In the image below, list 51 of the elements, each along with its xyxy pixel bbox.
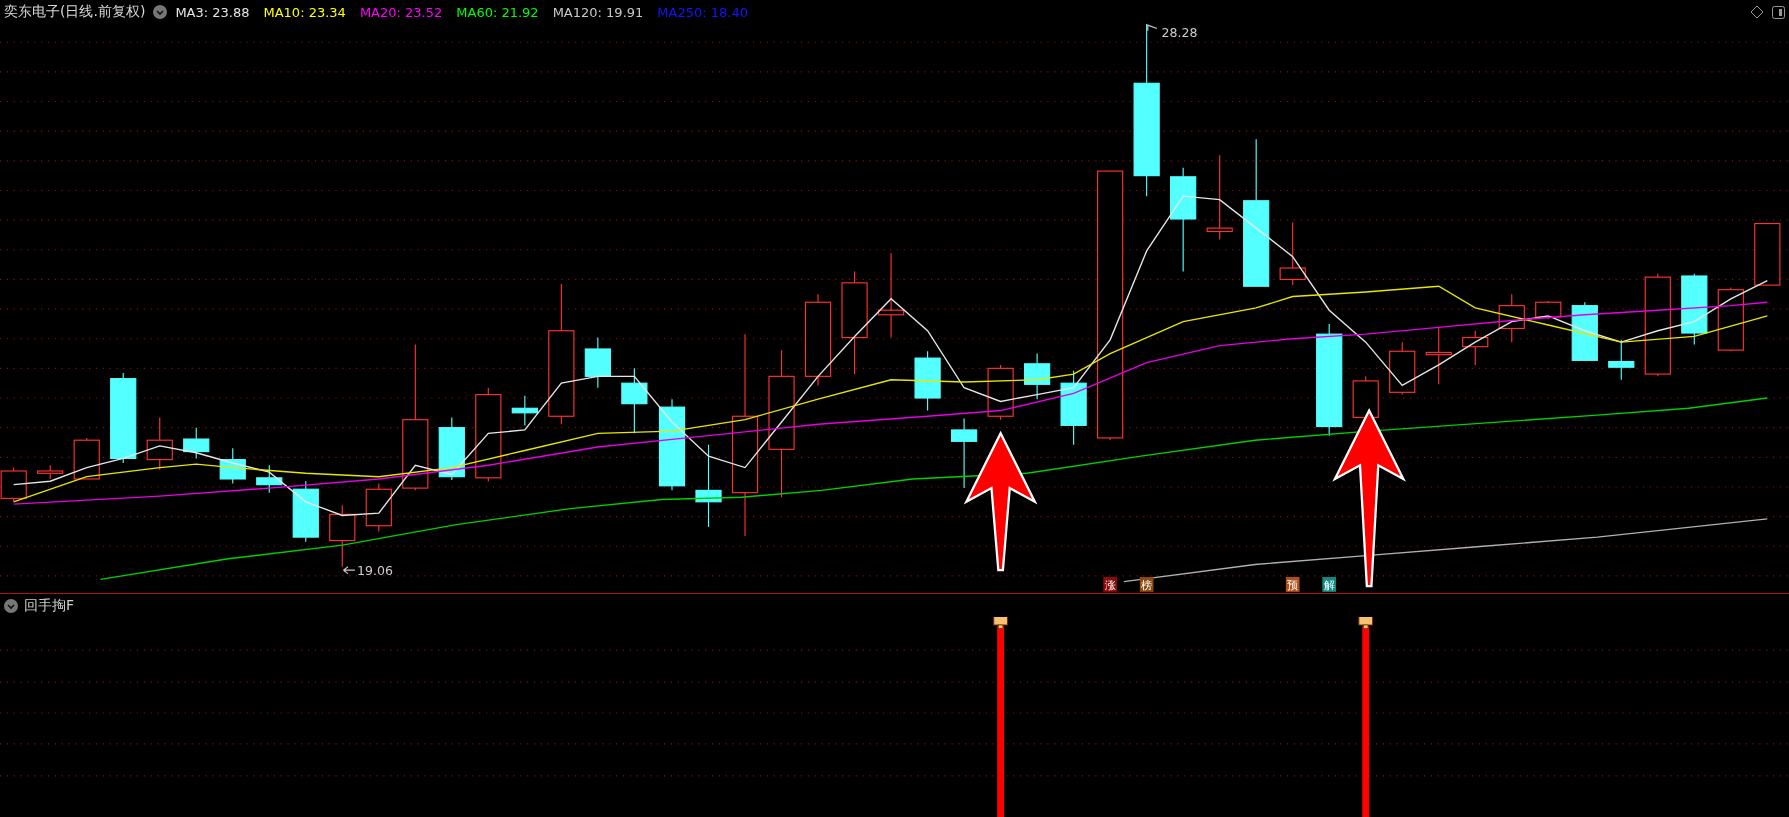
candlestick (329, 504, 356, 568)
candlestick (950, 417, 978, 489)
candlestick (511, 395, 538, 426)
legend-value: MA20: 23.52 (359, 4, 443, 20)
candlestick (1608, 339, 1635, 381)
legend-value: MA10: 23.34 (263, 4, 346, 20)
candlestick (1535, 300, 1562, 320)
candlestick (1462, 330, 1489, 366)
candlestick (219, 447, 246, 485)
candlestick (1425, 326, 1452, 385)
candlestick (621, 367, 648, 434)
candlestick (1352, 375, 1379, 421)
candlestick (183, 427, 210, 459)
candlestick (914, 350, 941, 412)
event-tag[interactable]: 解 (1322, 577, 1337, 592)
collapse-icon[interactable] (153, 5, 168, 19)
event-tag[interactable]: 榜 (1139, 577, 1154, 592)
candlestick (1681, 273, 1708, 345)
candlestick (292, 480, 319, 543)
sign-icon (993, 617, 1008, 629)
candlestick (256, 464, 283, 494)
legend-value: MA250: 18.40 (657, 4, 748, 20)
leader-line (342, 566, 356, 575)
candlestick (1279, 221, 1306, 286)
leader-line (1147, 24, 1158, 32)
candlestick (1389, 341, 1416, 396)
candlestick (365, 482, 392, 532)
legend-value: MA60: 21.92 (456, 4, 539, 20)
candlestick (1571, 301, 1598, 361)
indicator-title: 回手掏F (24, 596, 75, 615)
panel-toggle-icon[interactable] (1772, 5, 1785, 19)
legend-value: MA3: 23.88 (175, 4, 250, 20)
chart-title: 奕东电子(日线.前复权) (4, 3, 146, 21)
legend-value: MA120: 19.91 (552, 4, 644, 20)
candlestick (1717, 286, 1744, 352)
collapse-icon[interactable] (4, 598, 18, 613)
candlestick (1754, 223, 1781, 286)
candlestick (37, 464, 64, 480)
sign-icon (1358, 617, 1373, 629)
candlestick (146, 416, 173, 471)
candlestick (1498, 293, 1525, 343)
candlestick (1024, 352, 1051, 400)
candlestick (438, 416, 465, 481)
event-tag[interactable]: 预 (1285, 577, 1300, 592)
candlestick (584, 337, 611, 389)
low-price-label: 19.06 (357, 562, 393, 578)
candlestick (73, 437, 100, 480)
diamond-icon[interactable] (1750, 5, 1764, 19)
high-price-label: 28.28 (1161, 24, 1198, 40)
candlestick (987, 364, 1014, 421)
event-tag[interactable]: 涨 (1103, 577, 1117, 592)
